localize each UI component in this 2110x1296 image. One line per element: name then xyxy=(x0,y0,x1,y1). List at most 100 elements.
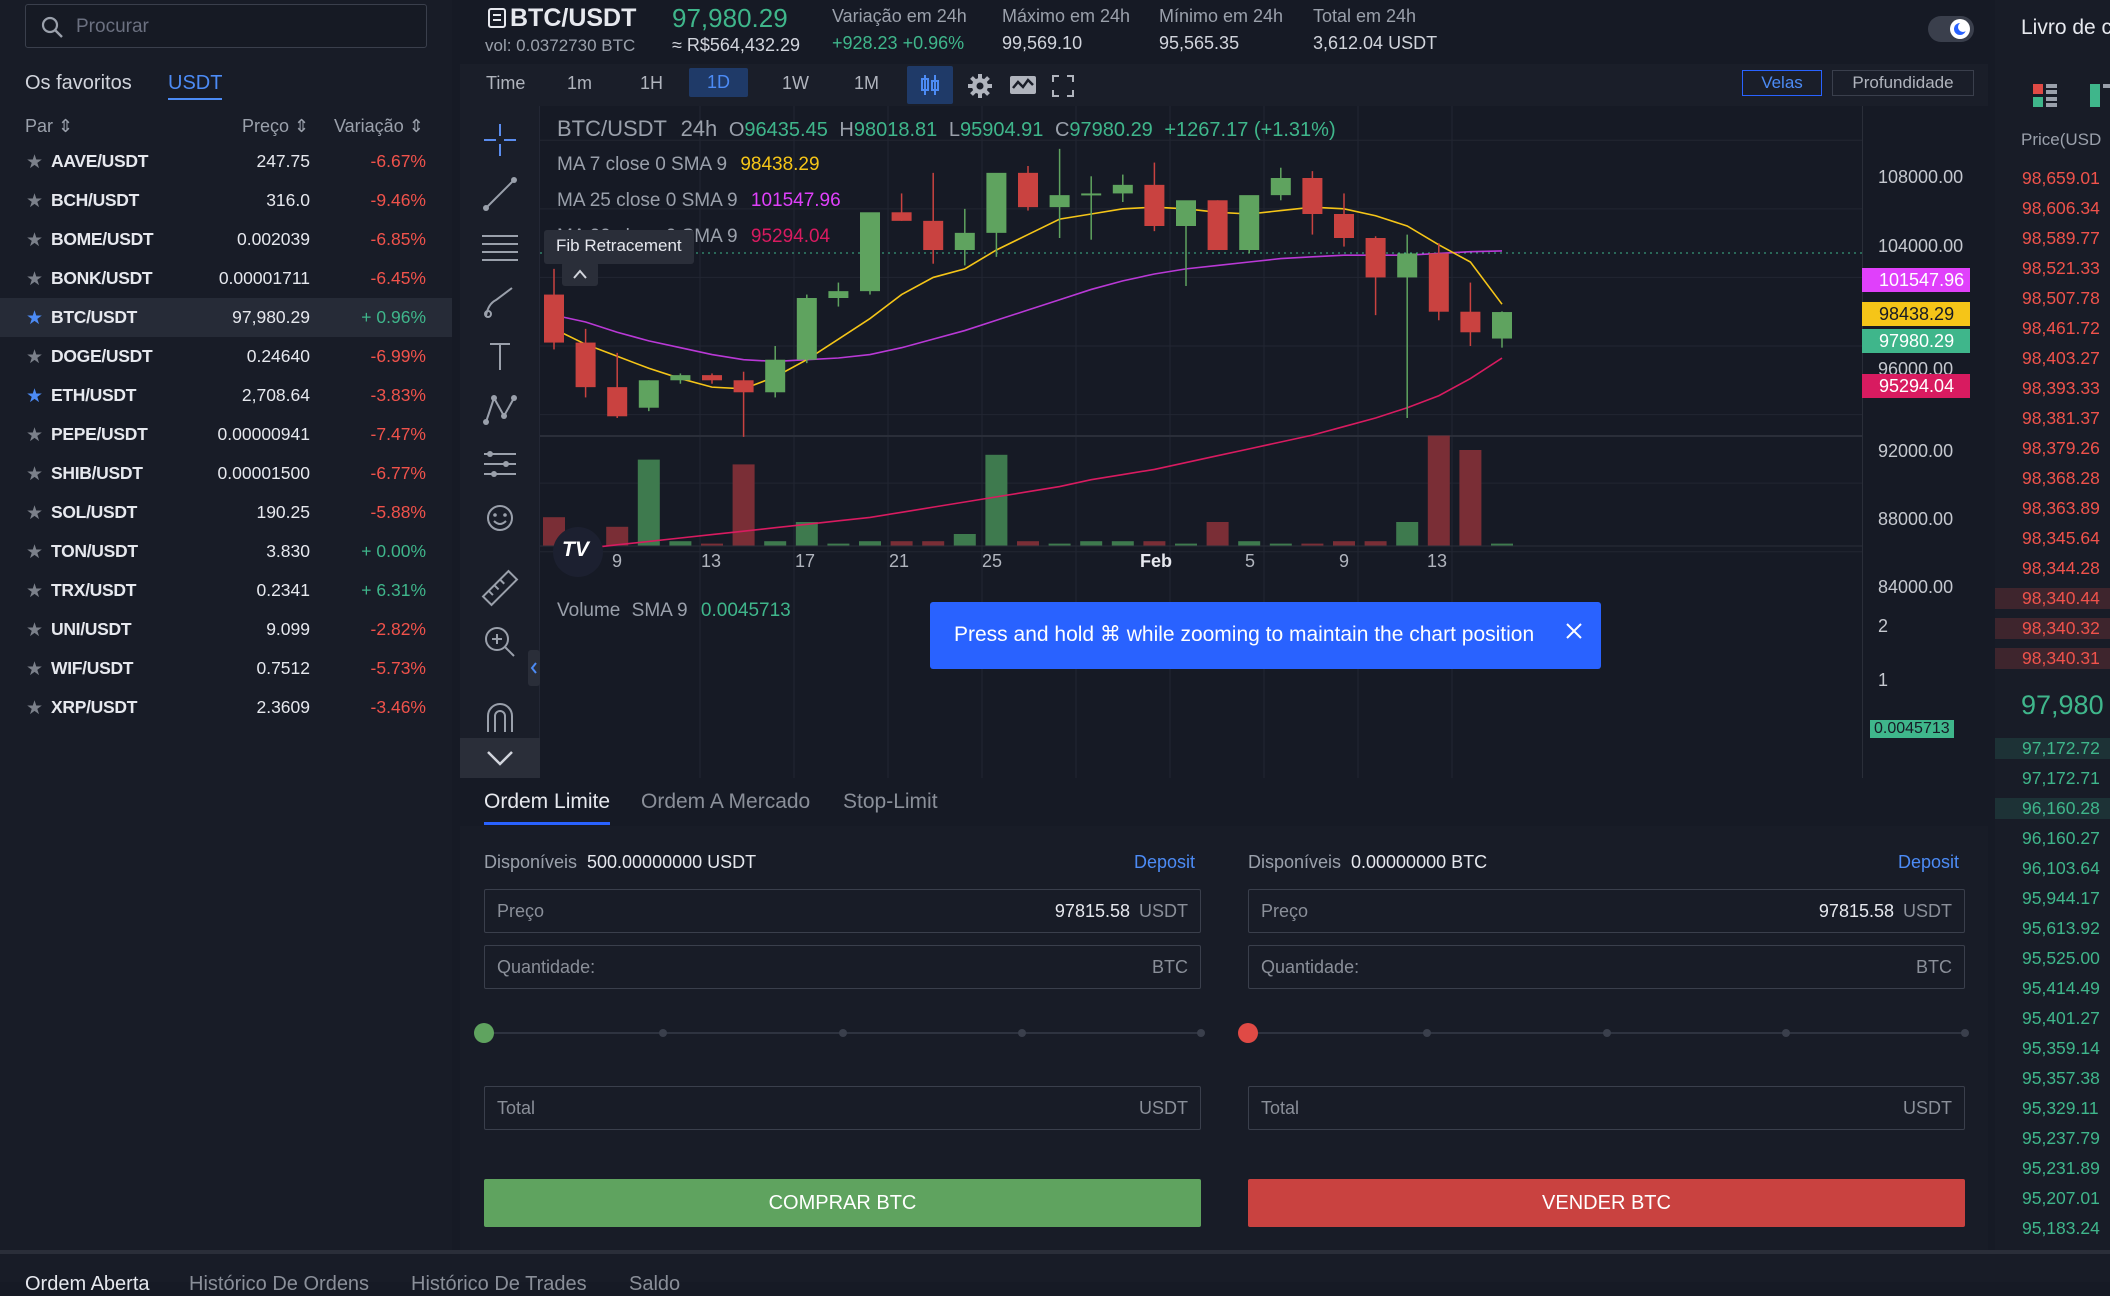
star-icon[interactable]: ★ xyxy=(26,307,43,330)
bid-row[interactable]: 95,359.14 xyxy=(2022,1038,2100,1059)
buy-button[interactable]: COMPRAR BTC xyxy=(484,1179,1201,1227)
ask-row[interactable]: 98,461.72 xyxy=(2022,318,2100,339)
star-icon[interactable]: ★ xyxy=(26,424,43,447)
star-icon[interactable]: ★ xyxy=(26,502,43,525)
crosshair-icon[interactable] xyxy=(480,120,520,160)
sell-slider-handle[interactable] xyxy=(1238,1023,1258,1043)
tab-market-order[interactable]: Ordem A Mercado xyxy=(641,790,810,814)
star-icon[interactable]: ★ xyxy=(26,346,43,369)
ask-row[interactable]: 98,379.26 xyxy=(2022,438,2100,459)
magnet-icon[interactable] xyxy=(480,696,520,736)
bid-row[interactable]: 95,329.11 xyxy=(2022,1098,2099,1119)
buy-quantity-input[interactable]: Quantidade: BTC xyxy=(484,945,1201,989)
buy-price-input[interactable]: Preço 97815.58 USDT xyxy=(484,889,1201,933)
tab-order-history[interactable]: Histórico De Ordens xyxy=(189,1273,369,1296)
ask-row[interactable]: 98,381.37 xyxy=(2022,408,2100,429)
tab-trade-history[interactable]: Histórico De Trades xyxy=(411,1273,587,1296)
ask-row[interactable]: 98,507.78 xyxy=(2022,288,2100,309)
ask-row[interactable]: 98,344.28 xyxy=(2022,558,2100,579)
tf-1d[interactable]: 1D xyxy=(689,68,749,97)
view-depth-button[interactable]: Profundidade xyxy=(1832,70,1974,96)
slider-step-dot[interactable] xyxy=(1961,1029,1969,1037)
bid-row[interactable]: 97,172.71 xyxy=(2022,768,2100,789)
bid-row[interactable]: 95,613.92 xyxy=(2022,918,2100,939)
slider-step-dot[interactable] xyxy=(1423,1029,1432,1037)
pair-row[interactable]: ★ SHIB/USDT 0.00001500 -6.77% xyxy=(0,454,452,493)
pair-row[interactable]: ★ BOME/USDT 0.002039 -6.85% xyxy=(0,220,452,259)
prediction-icon[interactable] xyxy=(480,444,520,484)
star-icon[interactable]: ★ xyxy=(26,151,43,174)
indicators-icon[interactable] xyxy=(1009,74,1037,96)
slider-step-dot[interactable] xyxy=(1602,1029,1611,1037)
trendline-icon[interactable] xyxy=(480,174,520,214)
pair-row[interactable]: ★ AAVE/USDT 247.75 -6.67% xyxy=(0,142,452,181)
bid-row[interactable]: 95,183.24 xyxy=(2022,1218,2100,1239)
bid-row[interactable]: 95,207.01 xyxy=(2022,1188,2100,1209)
fullscreen-icon[interactable] xyxy=(1052,75,1074,97)
close-icon[interactable] xyxy=(1565,622,1583,640)
ask-row[interactable]: 98,606.34 xyxy=(2022,198,2100,219)
ask-row[interactable]: 98,589.77 xyxy=(2022,228,2100,249)
star-icon[interactable]: ★ xyxy=(26,619,43,642)
sell-price-input[interactable]: Preço 97815.58 USDT xyxy=(1248,889,1965,933)
sell-button[interactable]: VENDER BTC xyxy=(1248,1179,1965,1227)
ask-row[interactable]: 98,345.64 xyxy=(2022,528,2100,549)
star-icon[interactable]: ★ xyxy=(26,190,43,213)
bid-row[interactable]: 96,160.28 xyxy=(1995,798,2110,819)
col-change[interactable]: Variação ⇕ xyxy=(334,116,424,137)
buy-deposit-link[interactable]: Deposit xyxy=(1134,852,1195,873)
slider-step-dot[interactable] xyxy=(1781,1029,1790,1037)
pair-title[interactable]: BTC/USDT xyxy=(510,4,636,33)
tradingview-logo[interactable]: TV xyxy=(553,527,603,577)
tf-1h[interactable]: 1H xyxy=(640,73,663,94)
bid-row[interactable]: 95,525.00 xyxy=(2022,948,2100,969)
pair-row[interactable]: ★ DOGE/USDT 0.24640 -6.99% xyxy=(0,337,452,376)
pair-row[interactable]: ★ BTC/USDT 97,980.29 + 0.96% xyxy=(0,298,452,337)
ask-row[interactable]: 98,393.33 xyxy=(2022,378,2100,399)
bid-row[interactable]: 97,172.72 xyxy=(1995,738,2110,759)
ask-row[interactable]: 98,340.31 xyxy=(1995,648,2110,669)
ask-row[interactable]: 98,340.44 xyxy=(1995,588,2110,609)
pair-row[interactable]: ★ ETH/USDT 2,708.64 -3.83% xyxy=(0,376,452,415)
ask-row[interactable]: 98,521.33 xyxy=(2022,258,2100,279)
tab-limit-order[interactable]: Ordem Limite xyxy=(484,790,611,825)
star-icon[interactable]: ★ xyxy=(26,268,43,291)
star-icon[interactable]: ★ xyxy=(26,463,43,486)
col-price[interactable]: Preço ⇕ xyxy=(242,116,309,137)
sell-total-input[interactable]: Total USDT xyxy=(1248,1086,1965,1130)
ask-row[interactable]: 98,363.89 xyxy=(2022,498,2100,519)
star-icon[interactable]: ★ xyxy=(26,541,43,564)
pair-row[interactable]: ★ UNI/USDT 9.099 -2.82% xyxy=(0,610,452,649)
slider-step-dot[interactable] xyxy=(659,1029,668,1037)
star-icon[interactable]: ★ xyxy=(26,580,43,603)
tab-stop-limit[interactable]: Stop-Limit xyxy=(843,790,938,814)
tf-time[interactable]: Time xyxy=(486,73,525,94)
pair-row[interactable]: ★ WIF/USDT 0.7512 -5.73% xyxy=(0,649,452,688)
slider-step-dot[interactable] xyxy=(838,1029,847,1037)
chart-type-button[interactable] xyxy=(907,66,953,104)
view-candles-button[interactable]: Velas xyxy=(1742,70,1822,96)
ask-row[interactable]: 98,403.27 xyxy=(2022,348,2100,369)
book-both-icon[interactable] xyxy=(2033,84,2057,108)
star-icon[interactable]: ★ xyxy=(26,658,43,681)
emoji-icon[interactable] xyxy=(480,498,520,538)
bid-row[interactable]: 95,237.79 xyxy=(2022,1128,2100,1149)
col-pair[interactable]: Par ⇕ xyxy=(25,116,73,137)
star-icon[interactable]: ★ xyxy=(26,229,43,252)
star-icon[interactable]: ★ xyxy=(26,697,43,720)
pair-row[interactable]: ★ XRP/USDT 2.3609 -3.46% xyxy=(0,688,452,727)
bid-row[interactable]: 95,357.38 xyxy=(2022,1068,2100,1089)
pair-row[interactable]: ★ BONK/USDT 0.00001711 -6.45% xyxy=(0,259,452,298)
theme-toggle[interactable] xyxy=(1928,16,1974,42)
ruler-icon[interactable] xyxy=(480,568,520,608)
bid-row[interactable]: 95,231.89 xyxy=(2022,1158,2100,1179)
bid-row[interactable]: 95,401.27 xyxy=(2022,1008,2100,1029)
slider-step-dot[interactable] xyxy=(1017,1029,1026,1037)
settings-icon[interactable] xyxy=(967,73,993,99)
book-bids-icon[interactable] xyxy=(2090,84,2110,108)
zoom-in-icon[interactable] xyxy=(480,622,520,662)
pair-row[interactable]: ★ TRX/USDT 0.2341 + 6.31% xyxy=(0,571,452,610)
tf-1mo[interactable]: 1M xyxy=(854,73,879,94)
fib-retracement-icon[interactable] xyxy=(480,228,520,268)
tab-open-orders[interactable]: Ordem Aberta xyxy=(25,1273,150,1296)
